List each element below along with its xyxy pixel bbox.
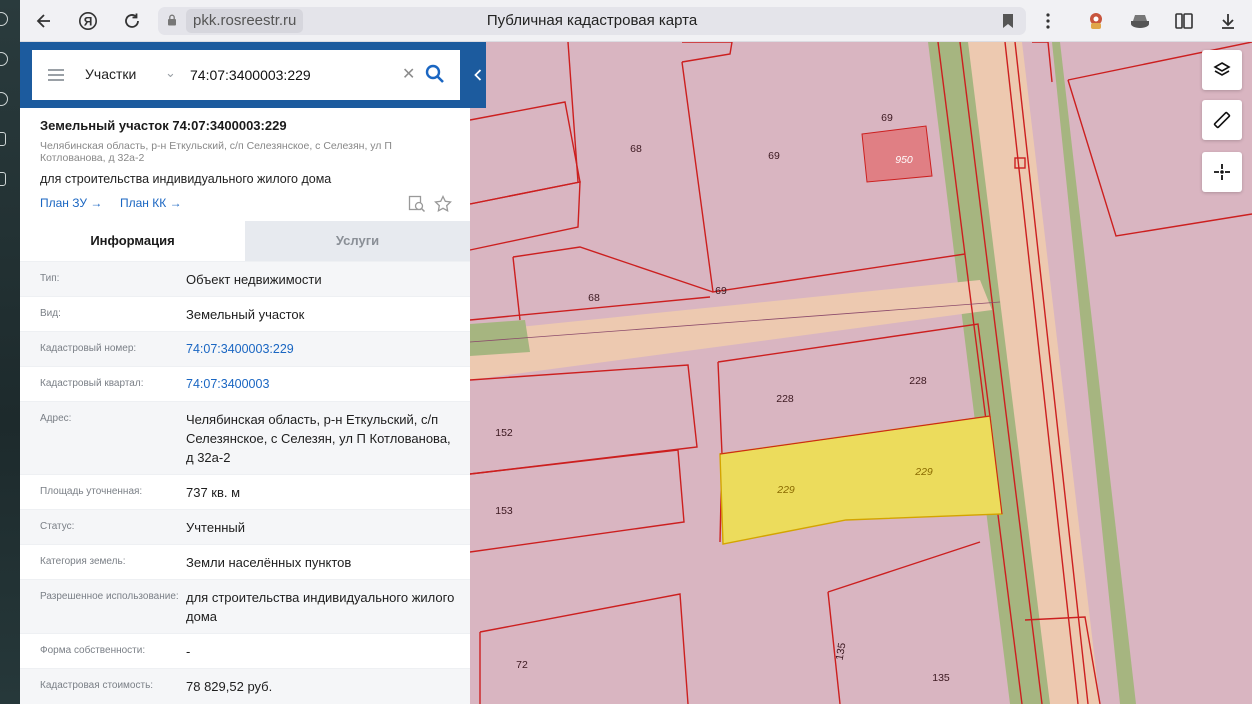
- incognito-hat-icon[interactable]: [1128, 9, 1152, 33]
- attribute-key: Вид:: [40, 308, 61, 319]
- parcel-label: 69: [768, 150, 780, 162]
- attribute-row: Разрешенное использование: для строитель…: [20, 579, 470, 633]
- attribute-value: Объект недвижимости: [186, 272, 322, 287]
- attribute-value: для строительства индивидуального жилого…: [186, 590, 455, 624]
- extension-icon[interactable]: [1084, 9, 1108, 33]
- attribute-row: Адрес: Челябинская область, р-н Еткульск…: [20, 401, 470, 474]
- attribute-key: Кадастровый квартал:: [40, 378, 144, 389]
- layers-button[interactable]: [1202, 50, 1242, 90]
- cadastral-quarter-link[interactable]: 74:07:3400003: [186, 375, 456, 394]
- attribute-value: Челябинская область, р-н Еткульский, с/п…: [186, 412, 451, 465]
- attribute-key: Категория земель:: [40, 556, 126, 567]
- parcel-label: 68: [588, 292, 600, 304]
- attribute-key: Площадь уточненная:: [40, 486, 143, 497]
- more-vertical-icon[interactable]: [1036, 9, 1060, 33]
- attribute-row: Категория земель: Земли населённых пункт…: [20, 544, 470, 579]
- parcel-label: 152: [495, 427, 513, 439]
- search-header: Участки ⌄ ✕: [20, 42, 470, 108]
- layer-select[interactable]: Участки: [85, 66, 136, 82]
- info-panel: Участки ⌄ ✕ Земельный участок 74:07:3400…: [20, 42, 470, 704]
- attribute-key: Разрешенное использование:: [40, 591, 179, 602]
- yandex-icon[interactable]: Я: [76, 9, 100, 33]
- attribute-row: Тип: Объект недвижимости: [20, 261, 470, 296]
- parcel-label: 228: [909, 375, 927, 387]
- reader-mode-icon[interactable]: [1172, 9, 1196, 33]
- search-icon[interactable]: [424, 63, 446, 85]
- star-icon[interactable]: [434, 194, 452, 213]
- desktop-app-icon[interactable]: [0, 132, 6, 146]
- attribute-value: Земельный участок: [186, 307, 305, 322]
- parcel-label: 68: [630, 143, 642, 155]
- menu-icon[interactable]: [48, 69, 64, 81]
- collapse-panel-button[interactable]: [470, 42, 486, 108]
- panel-tabs: Информация Услуги: [20, 221, 470, 261]
- bookmark-icon[interactable]: [1002, 13, 1014, 34]
- attribute-key: Статус:: [40, 521, 75, 532]
- desktop-app-icon[interactable]: [0, 172, 6, 186]
- attribute-row: Статус: Учтенный: [20, 509, 470, 544]
- parcel-label: 153: [495, 505, 513, 517]
- attribute-value: 78 829,52 руб.: [186, 679, 273, 694]
- attribute-value: Земли населённых пунктов: [186, 555, 352, 570]
- plan-kk-link[interactable]: План КК →: [120, 196, 182, 210]
- attribute-key: Адрес:: [40, 413, 72, 424]
- plan-zu-link[interactable]: План ЗУ →: [40, 196, 102, 210]
- download-icon[interactable]: [1216, 9, 1240, 33]
- attribute-value: Учтенный: [186, 520, 246, 535]
- attribute-key: Форма собственности:: [40, 645, 146, 656]
- desktop-app-icon[interactable]: [0, 92, 8, 106]
- tab-info[interactable]: Информация: [20, 221, 245, 261]
- desktop-sidebar: [0, 0, 20, 704]
- parcel-purpose: для строительства индивидуального жилого…: [40, 172, 332, 186]
- attribute-key: Тип:: [40, 273, 60, 284]
- back-arrow-icon[interactable]: [32, 9, 56, 33]
- attribute-key: Кадастровый номер:: [40, 343, 137, 354]
- address-bar[interactable]: pkk.rosreestr.ru Публичная кадастровая к…: [158, 7, 1026, 35]
- chevron-left-icon: [474, 69, 482, 81]
- parcel-address: Челябинская область, р-н Еткульский, с/п…: [40, 140, 392, 164]
- parcel-label: 228: [776, 393, 794, 405]
- zoom-to-parcel-icon[interactable]: [408, 195, 426, 213]
- url-host[interactable]: pkk.rosreestr.ru: [186, 9, 304, 33]
- screen: Я pkk.rosreestr.ru Публичная кадастровая…: [0, 0, 1252, 704]
- chevron-down-icon[interactable]: ⌄: [165, 65, 176, 81]
- ruler-icon: [1213, 111, 1231, 129]
- search-input[interactable]: [190, 63, 390, 87]
- attribute-row: Кадастровый номер: 74:07:3400003:229: [20, 331, 470, 366]
- lock-icon: [168, 14, 176, 26]
- clear-icon[interactable]: ✕: [402, 64, 415, 84]
- parcel-label: 69: [881, 112, 893, 124]
- attribute-key: Кадастровая стоимость:: [40, 680, 154, 691]
- desktop-app-icon[interactable]: [0, 12, 8, 26]
- locate-button[interactable]: [1202, 152, 1242, 192]
- attribute-value: 737 кв. м: [186, 485, 241, 500]
- crosshair-icon: [1214, 164, 1230, 180]
- desktop-app-icon[interactable]: [0, 52, 8, 66]
- parcel-title: Земельный участок 74:07:3400003:229: [40, 118, 287, 133]
- parcel-label: 72: [516, 659, 528, 671]
- attribute-row: Кадастровая стоимость: 78 829,52 руб.: [20, 668, 470, 704]
- cadastral-number-link[interactable]: 74:07:3400003:229: [186, 340, 456, 359]
- parcel-label: 135: [932, 672, 950, 684]
- attribute-row: Форма собственности: -: [20, 633, 470, 668]
- tab-services[interactable]: Услуги: [245, 221, 470, 261]
- svg-text:Я: Я: [84, 15, 93, 29]
- reload-icon[interactable]: [120, 9, 144, 33]
- parcel-label-selected: 229: [914, 466, 933, 478]
- parcel-label-selected: 229: [776, 484, 795, 496]
- layers-icon: [1213, 62, 1231, 76]
- parcel-label: 950: [895, 154, 913, 166]
- parcel-label: 69: [715, 285, 727, 297]
- attribute-row: Кадастровый квартал: 74:07:3400003: [20, 366, 470, 401]
- attribute-value: -: [186, 644, 191, 659]
- attribute-table: Тип: Объект недвижимости Вид: Земельный …: [20, 261, 470, 704]
- search-box: Участки ⌄ ✕: [32, 50, 460, 100]
- browser-toolbar: Я pkk.rosreestr.ru Публичная кадастровая…: [20, 0, 1252, 42]
- attribute-row: Площадь уточненная: 737 кв. м: [20, 474, 470, 509]
- attribute-row: Вид: Земельный участок: [20, 296, 470, 331]
- ruler-button[interactable]: [1202, 100, 1242, 140]
